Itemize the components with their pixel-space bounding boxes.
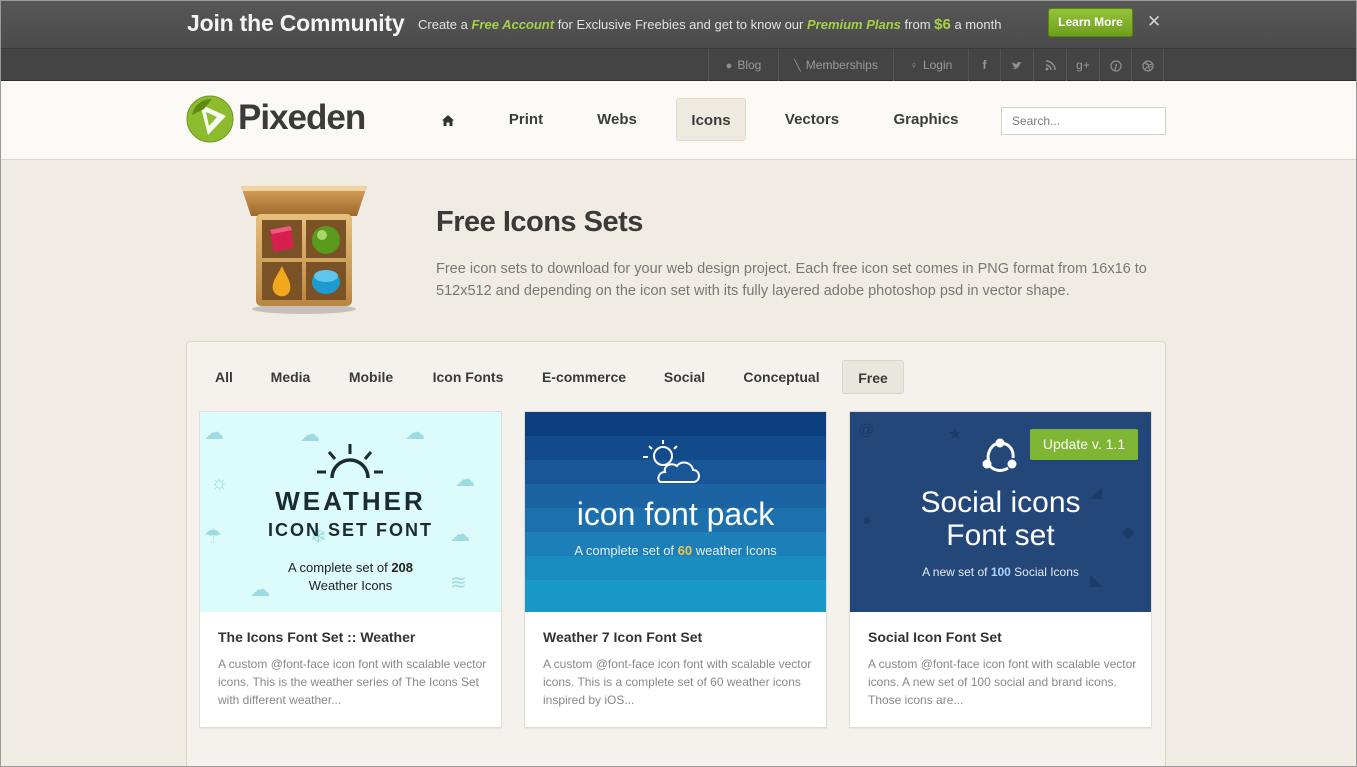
card-description: A custom @font-face icon font with scala… bbox=[868, 657, 1137, 707]
utility-bar: ● Blog ╲ Memberships ♀ Login f g+ bbox=[0, 48, 1357, 81]
card-thumbnail[interactable]: ☁ ☁ ☁ ☁ ☼ ☂ ❄ ☁ ☁ ≋ WEATHER ICON SET FON… bbox=[200, 412, 501, 612]
pinterest-button[interactable] bbox=[1099, 49, 1131, 81]
thumb-title-line2: Font set bbox=[946, 519, 1055, 552]
utility-divider bbox=[1163, 49, 1164, 81]
nav-icons[interactable]: Icons bbox=[676, 98, 746, 141]
thumb-title: icon font pack bbox=[576, 496, 775, 532]
pixeden-logo-icon[interactable] bbox=[186, 95, 234, 143]
thumb-title: Social icons Font set bbox=[850, 486, 1151, 552]
thumb-caption-end: weather Icons bbox=[692, 543, 777, 558]
card-description: A custom @font-face icon font with scala… bbox=[218, 657, 487, 707]
facebook-icon: f bbox=[982, 58, 987, 72]
nav-home[interactable] bbox=[428, 98, 468, 141]
rss-button[interactable] bbox=[1033, 49, 1066, 81]
thumb-caption-text: A complete set of bbox=[287, 560, 392, 575]
thumb-caption: A complete set of 60 weather Icons bbox=[525, 543, 826, 558]
card-title[interactable]: Weather 7 Icon Font Set bbox=[543, 629, 702, 645]
page-description: Free icon sets to download for your web … bbox=[436, 261, 1147, 299]
thumb-caption-text: A complete set of bbox=[574, 543, 678, 558]
filter-free[interactable]: Free bbox=[842, 360, 904, 394]
sun-cloud-icon bbox=[643, 440, 700, 483]
page-title: Free Icons Sets bbox=[436, 206, 643, 238]
card-description: A custom @font-face icon font with scala… bbox=[543, 657, 812, 707]
close-icon[interactable]: ✕ bbox=[1147, 12, 1161, 32]
promo-text-from: from bbox=[900, 17, 935, 32]
filter-mobile[interactable]: Mobile bbox=[336, 360, 406, 394]
premium-plans-link[interactable]: Premium Plans bbox=[807, 17, 901, 32]
share-icon bbox=[982, 438, 1017, 472]
twitter-icon bbox=[1012, 61, 1022, 70]
speech-bubble-icon: ● bbox=[725, 60, 733, 72]
promo-text: Create a Free Account for Exclusive Free… bbox=[418, 16, 1001, 33]
filter-conceptual[interactable]: Conceptual bbox=[731, 360, 832, 394]
thumb-weather-title: WEATHER bbox=[275, 486, 426, 516]
filter-social[interactable]: Social bbox=[651, 360, 718, 394]
thumb-subtitle: ICON SET FONT bbox=[268, 520, 433, 540]
login-label: Login bbox=[922, 58, 953, 72]
promo-text-end: a month bbox=[950, 17, 1002, 32]
card-title[interactable]: Social Icon Font Set bbox=[868, 629, 1002, 645]
cloud-rain-icon: ☁ bbox=[204, 422, 224, 444]
rss-icon bbox=[1045, 60, 1056, 71]
social-deco-icon: @ bbox=[858, 422, 875, 439]
thumb-caption-number: 60 bbox=[677, 543, 693, 558]
card-weather-icons[interactable]: ☁ ☁ ☁ ☁ ☼ ☂ ❄ ☁ ☁ ≋ WEATHER ICON SET FON… bbox=[199, 411, 502, 728]
login-link[interactable]: ♀ Login bbox=[893, 49, 968, 81]
nav-graphics[interactable]: Graphics bbox=[878, 98, 974, 141]
thumb-caption-number: 208 bbox=[391, 560, 414, 575]
nav-print[interactable]: Print bbox=[493, 98, 559, 141]
sun-icon bbox=[317, 444, 383, 479]
thumb-caption-number: 100 bbox=[990, 565, 1011, 579]
learn-more-button[interactable]: Learn More bbox=[1048, 8, 1133, 37]
memberships-link[interactable]: ╲ Memberships bbox=[778, 49, 893, 81]
dribbble-button[interactable] bbox=[1131, 49, 1163, 81]
thumb-title-line1: Social icons bbox=[920, 486, 1081, 519]
card-thumbnail[interactable]: icon font pack A complete set of 60 weat… bbox=[525, 412, 826, 612]
key-icon: ♀ bbox=[909, 60, 918, 72]
thumb-caption: A new set of 100 Social Icons bbox=[850, 565, 1151, 579]
facebook-button[interactable]: f bbox=[968, 49, 1000, 81]
card-title[interactable]: The Icons Font Set :: Weather bbox=[218, 629, 415, 645]
promo-text-middle: for Exclusive Freebies and get to know o… bbox=[554, 17, 807, 32]
filter-icon-fonts[interactable]: Icon Fonts bbox=[419, 360, 517, 394]
google-plus-button[interactable]: g+ bbox=[1066, 49, 1099, 81]
thumb-caption-end: Social Icons bbox=[1010, 565, 1079, 579]
blog-link[interactable]: ● Blog bbox=[708, 49, 778, 81]
filter-media[interactable]: Media bbox=[258, 360, 323, 394]
free-account-link[interactable]: Free Account bbox=[471, 17, 554, 32]
search-input[interactable] bbox=[1001, 107, 1166, 135]
twitter-button[interactable] bbox=[1000, 49, 1033, 81]
promo-bar: Join the Community Create a Free Account… bbox=[0, 0, 1357, 48]
logo-text[interactable]: Pixeden bbox=[238, 98, 366, 138]
promo-title: Join the Community bbox=[187, 10, 405, 36]
site-header: Pixeden Print Webs Icons Vectors Graphic… bbox=[0, 81, 1357, 160]
nav-webs[interactable]: Webs bbox=[583, 98, 651, 141]
google-plus-icon: g+ bbox=[1076, 58, 1090, 72]
star-icon: ★ bbox=[948, 426, 963, 443]
promo-price: $6 bbox=[934, 16, 951, 33]
memberships-label: Memberships bbox=[805, 58, 878, 72]
promo-text-start: Create a bbox=[418, 17, 472, 32]
update-badge: Update v. 1.1 bbox=[1030, 429, 1138, 460]
thumb-caption: A complete set of 208 bbox=[200, 560, 501, 575]
nav-vectors[interactable]: Vectors bbox=[771, 98, 853, 141]
thumb-caption-line2: Weather Icons bbox=[308, 578, 393, 593]
pinterest-icon bbox=[1109, 60, 1122, 72]
card-social-icons[interactable]: @ ★ ● ◆ ◢ ◣ Update v. 1.1 Social icons F… bbox=[849, 411, 1152, 728]
card-thumbnail[interactable]: @ ★ ● ◆ ◢ ◣ Update v. 1.1 Social icons F… bbox=[850, 412, 1151, 612]
wooden-box-icon bbox=[241, 186, 367, 314]
thumb-caption-text: A new set of bbox=[922, 565, 991, 579]
blog-label: Blog bbox=[737, 58, 762, 72]
filter-e-commerce[interactable]: E-commerce bbox=[530, 360, 638, 394]
card-weather7-icons[interactable]: icon font pack A complete set of 60 weat… bbox=[524, 411, 827, 728]
home-icon bbox=[442, 114, 454, 126]
cloud-sun-icon: ☁ bbox=[405, 422, 425, 444]
filter-all[interactable]: All bbox=[203, 360, 245, 394]
pen-icon: ╲ bbox=[794, 60, 801, 72]
dribbble-icon bbox=[1141, 60, 1154, 72]
